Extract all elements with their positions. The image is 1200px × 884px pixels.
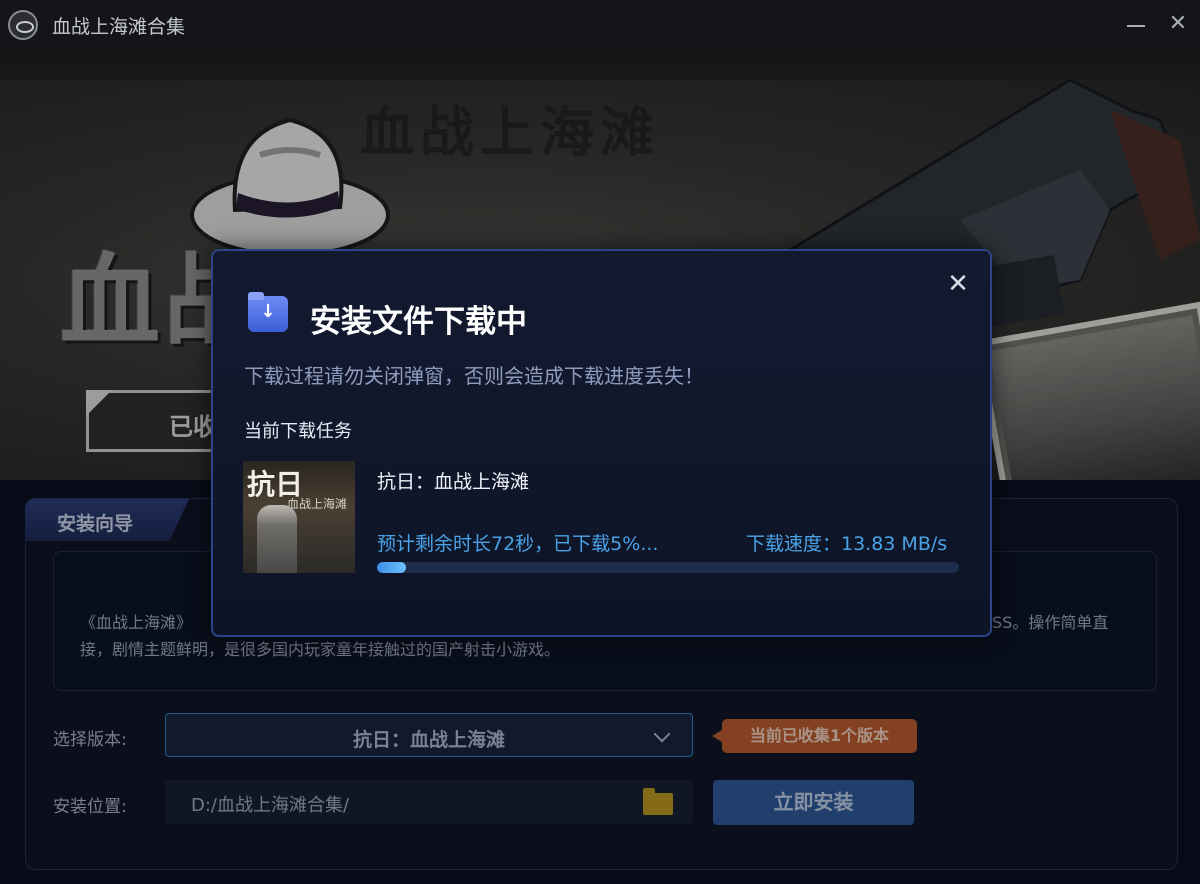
download-folder-icon: ↓ (248, 292, 288, 332)
cover-figure (257, 505, 297, 573)
close-icon[interactable]: ✕ (1166, 12, 1190, 36)
game-cover-image: 抗日 血战上海滩 (243, 461, 355, 573)
download-progress-bar (377, 562, 959, 573)
title-bar: 血战上海滩合集 ✕ (0, 0, 1200, 50)
current-task-heading: 当前下载任务 (244, 421, 352, 442)
download-arrow-icon: ↓ (260, 301, 276, 322)
task-speed-text: 下载速度：13.83 MB/s (746, 533, 948, 555)
download-progress-fill (377, 562, 407, 573)
task-game-name: 抗日：血战上海滩 (377, 471, 530, 493)
app-logo-icon (8, 10, 38, 40)
task-progress-text: 预计剩余时长72秒，已下载5%... (377, 533, 659, 555)
modal-title: 安装文件下载中 (310, 304, 527, 340)
close-icon[interactable]: ✕ (944, 270, 972, 298)
modal-warning-text: 下载过程请勿关闭弹窗，否则会造成下载进度丢失！ (244, 364, 704, 388)
minimize-icon[interactable] (1124, 14, 1148, 36)
window-title: 血战上海滩合集 (52, 16, 186, 38)
cover-subtitle-text: 血战上海滩 (287, 497, 348, 511)
